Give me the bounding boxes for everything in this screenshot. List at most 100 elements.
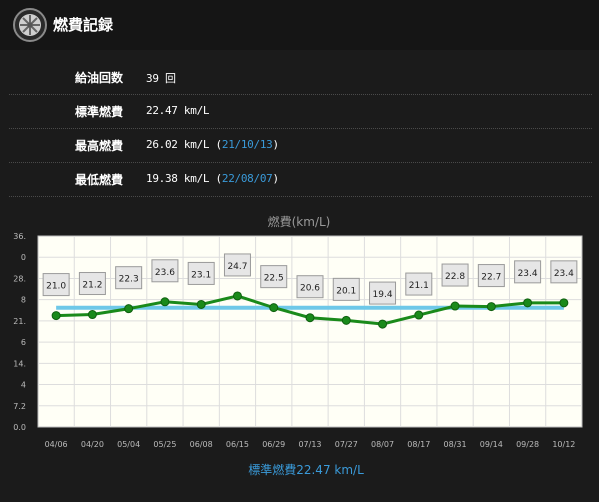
data-point[interactable] xyxy=(414,310,424,320)
data-label: 20.1 xyxy=(332,277,360,301)
data-point[interactable] xyxy=(378,319,388,329)
y-tick-label: 14. xyxy=(13,359,26,368)
best-economy-date-link[interactable]: 21/10/13 xyxy=(222,138,273,151)
data-label: 21.1 xyxy=(405,272,433,296)
standard-economy-value: 22.47 km/L xyxy=(146,104,210,117)
data-label: 23.6 xyxy=(151,259,179,283)
best-economy-label: 最高燃費 xyxy=(75,139,124,153)
x-tick-label: 06/29 xyxy=(262,440,285,449)
data-point[interactable] xyxy=(450,301,460,311)
data-point[interactable] xyxy=(559,298,569,308)
x-tick-label: 09/28 xyxy=(516,440,539,449)
worst-economy-open-paren: ( xyxy=(209,172,223,185)
x-tick-label: 08/07 xyxy=(371,440,394,449)
y-tick-label: 0.0 xyxy=(13,423,26,432)
legend-standard-economy: 標準燃費22.47 km/L xyxy=(248,462,364,477)
data-point[interactable] xyxy=(87,310,97,320)
best-economy-number: 26.02 km/L xyxy=(146,138,210,151)
worst-economy-value: 19.38 km/L (22/08/07) xyxy=(146,172,279,185)
x-tick-label: 09/14 xyxy=(480,440,503,449)
data-point[interactable] xyxy=(124,304,134,314)
wheel-icon xyxy=(13,8,47,42)
x-tick-label: 07/27 xyxy=(335,440,358,449)
data-label: 24.7 xyxy=(223,253,251,277)
data-label: 21.2 xyxy=(78,272,106,296)
data-label: 22.8 xyxy=(441,263,469,287)
data-label-text: 22.3 xyxy=(119,275,139,285)
best-economy-open-paren: ( xyxy=(209,138,223,151)
data-label-text: 22.5 xyxy=(264,274,284,284)
worst-economy-number: 19.38 km/L xyxy=(146,172,210,185)
x-tick-label: 08/31 xyxy=(444,440,467,449)
data-label-text: 23.4 xyxy=(518,269,538,279)
data-label: 23.4 xyxy=(550,260,578,284)
standard-economy-label: 標準燃費 xyxy=(75,105,124,119)
data-label: 23.1 xyxy=(187,261,215,285)
x-tick-label: 06/08 xyxy=(190,440,213,449)
y-tick-label: 28. xyxy=(13,274,26,283)
data-label: 22.7 xyxy=(477,264,505,288)
x-axis-ticks: 04/06 04/20 05/04 05/25 06/08 06/15 06/29 07/13… xyxy=(45,440,576,449)
data-point[interactable] xyxy=(523,298,533,308)
header-bar: 燃費記録 xyxy=(0,0,599,50)
worst-economy-row: 最低燃費 19.38 km/L (22/08/07) xyxy=(9,162,592,197)
data-label: 21.0 xyxy=(42,273,70,297)
y-tick-label: 4 xyxy=(21,381,26,390)
data-label-text: 22.7 xyxy=(481,273,501,283)
data-point[interactable] xyxy=(341,315,351,325)
worst-economy-label: 最低燃費 xyxy=(75,173,124,187)
best-economy-close-paren: ) xyxy=(272,138,279,151)
x-tick-label: 06/15 xyxy=(226,440,249,449)
data-label: 19.4 xyxy=(369,281,397,305)
data-label-text: 24.7 xyxy=(227,262,247,272)
data-point[interactable] xyxy=(196,299,206,309)
data-label: 22.5 xyxy=(260,265,288,289)
data-point[interactable] xyxy=(160,297,170,307)
data-label: 23.4 xyxy=(514,260,542,284)
worst-economy-date-link[interactable]: 22/08/07 xyxy=(222,172,273,185)
data-label-text: 20.1 xyxy=(336,286,356,296)
x-tick-label: 04/06 xyxy=(45,440,68,449)
data-label-text: 19.4 xyxy=(373,290,393,300)
data-label-text: 20.6 xyxy=(300,284,320,294)
worst-economy-close-paren: ) xyxy=(272,172,279,185)
x-tick-label: 04/20 xyxy=(81,440,104,449)
data-label-text: 23.6 xyxy=(155,268,175,278)
data-point[interactable] xyxy=(269,303,279,313)
y-tick-label: 0 xyxy=(21,253,26,262)
y-axis-ticks: 36. 0 28. 8 21. 6 14. 4 7.2 0.0 xyxy=(13,232,26,432)
fuel-economy-chart: 燃費(km/L) 36.028.821.614.47.20.0 04/06 04/… xyxy=(13,214,583,477)
data-label-text: 21.0 xyxy=(46,282,66,292)
chart-title: 燃費(km/L) xyxy=(268,214,331,229)
y-tick-label: 21. xyxy=(13,317,26,326)
best-economy-value: 26.02 km/L (21/10/13) xyxy=(146,138,279,151)
y-tick-label: 36. xyxy=(13,232,26,241)
data-point[interactable] xyxy=(305,313,315,323)
refuel-count-unit: 回 xyxy=(164,72,176,85)
refuel-count-value: 39 回 xyxy=(146,70,176,86)
refuel-count-label: 給油回数 xyxy=(75,71,124,85)
best-economy-row: 最高燃費 26.02 km/L (21/10/13) xyxy=(9,128,592,163)
x-tick-label: 05/25 xyxy=(153,440,176,449)
refuel-count-number: 39 xyxy=(146,72,159,85)
data-point[interactable] xyxy=(486,302,496,312)
data-label: 22.3 xyxy=(115,266,143,290)
y-tick-label: 7.2 xyxy=(13,402,26,411)
refuel-count-row: 給油回数 39 回 xyxy=(9,60,592,95)
data-point[interactable] xyxy=(232,291,242,301)
x-tick-label: 08/17 xyxy=(407,440,430,449)
data-label-text: 22.8 xyxy=(445,272,465,282)
x-tick-label: 10/12 xyxy=(552,440,575,449)
y-tick-label: 6 xyxy=(21,338,26,347)
data-label-text: 21.2 xyxy=(82,281,102,291)
data-label: 20.6 xyxy=(296,275,324,299)
x-tick-label: 05/04 xyxy=(117,440,140,449)
data-label-text: 21.1 xyxy=(409,281,429,291)
standard-economy-row: 標準燃費 22.47 km/L xyxy=(9,94,592,129)
data-label-text: 23.4 xyxy=(554,269,574,279)
data-point[interactable] xyxy=(51,311,61,321)
x-tick-label: 07/13 xyxy=(298,440,321,449)
page-title: 燃費記録 xyxy=(53,16,114,34)
y-tick-label: 8 xyxy=(21,296,26,305)
data-label-text: 23.1 xyxy=(191,270,211,280)
